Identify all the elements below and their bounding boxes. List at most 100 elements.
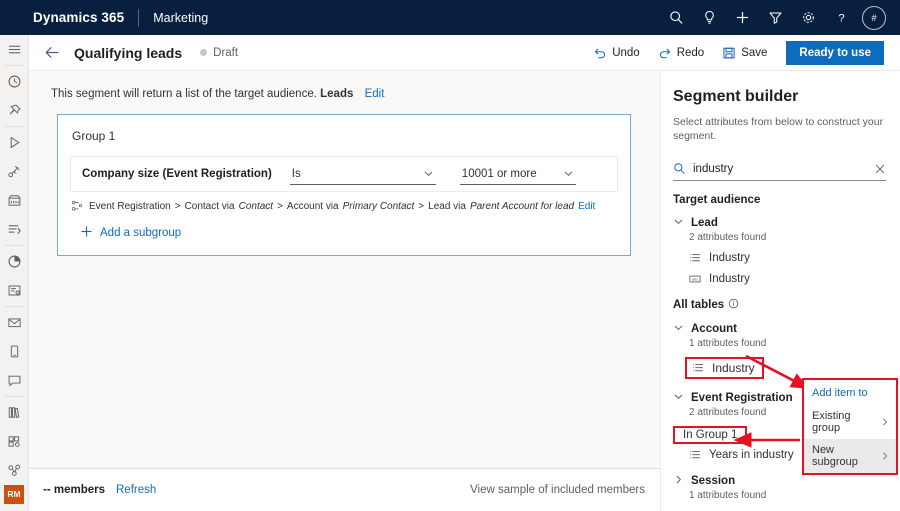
sidebar-item-pinned[interactable] bbox=[0, 96, 29, 125]
redo-icon bbox=[658, 46, 672, 60]
table-name: Session bbox=[691, 475, 735, 487]
target-audience-heading: Target audience bbox=[673, 194, 900, 206]
svg-text:abc: abc bbox=[692, 277, 698, 282]
attribute-label: Years in industry bbox=[709, 449, 794, 461]
panel-subtitle: Select attributes from below to construc… bbox=[673, 115, 888, 143]
sidebar-item-customer-journeys[interactable] bbox=[0, 128, 29, 157]
path-seg-4: > bbox=[277, 201, 283, 212]
top-bar-actions: ? # bbox=[660, 0, 900, 35]
product-brand: Dynamics 365 bbox=[33, 10, 124, 25]
relationship-path: Event Registration > Contact via Contact… bbox=[71, 200, 630, 212]
brand-divider bbox=[138, 9, 139, 27]
segment-canvas: This segment will return a list of the t… bbox=[29, 71, 660, 468]
search-icon[interactable] bbox=[660, 0, 693, 35]
filter-icon[interactable] bbox=[759, 0, 792, 35]
in-group-badge: In Group 1 bbox=[673, 426, 747, 444]
sidebar-item-templates[interactable] bbox=[0, 427, 29, 456]
optionset-icon bbox=[689, 449, 701, 461]
attribute-lead-industry-optionset[interactable]: Industry bbox=[689, 252, 900, 264]
sidebar-item-menu[interactable] bbox=[0, 35, 29, 64]
refresh-link[interactable]: Refresh bbox=[116, 484, 156, 496]
sidebar-item-relationships[interactable] bbox=[0, 456, 29, 485]
sidebar-item-journey-designer[interactable] bbox=[0, 157, 29, 186]
sidebar-item-mobile[interactable] bbox=[0, 337, 29, 366]
table-header-session[interactable]: Session bbox=[673, 474, 900, 488]
command-bar: Qualifying leads Draft Undo Redo Save Re… bbox=[29, 35, 900, 71]
help-icon[interactable]: ? bbox=[825, 0, 858, 35]
context-menu-item-new-subgroup[interactable]: New subgroup bbox=[804, 439, 896, 473]
text-field-icon: abc bbox=[689, 273, 701, 285]
condition-operator-dropdown[interactable]: Is bbox=[290, 163, 436, 185]
attribute-label: Industry bbox=[709, 273, 750, 285]
condition-value-dropdown[interactable]: 10001 or more bbox=[460, 163, 576, 185]
sidebar-item-messages[interactable] bbox=[0, 366, 29, 395]
app-name: Marketing bbox=[153, 11, 208, 25]
target-audience-label: Target audience bbox=[673, 194, 760, 206]
table-header-lead[interactable]: Lead bbox=[673, 216, 900, 230]
table-name: Account bbox=[691, 323, 737, 335]
optionset-icon bbox=[689, 252, 701, 264]
sidebar-item-library[interactable] bbox=[0, 398, 29, 427]
left-navigation-rail: RM bbox=[0, 35, 29, 511]
segment-description: This segment will return a list of the t… bbox=[51, 88, 660, 100]
condition-operator-value: Is bbox=[292, 168, 301, 180]
ready-to-use-button[interactable]: Ready to use bbox=[786, 41, 884, 65]
close-icon[interactable] bbox=[874, 163, 886, 175]
table-attribute-count: 2 attributes found bbox=[689, 232, 900, 243]
add-item-context-menu: Add item to Existing group New subgroup bbox=[802, 378, 898, 475]
info-icon[interactable] bbox=[728, 298, 739, 312]
condition-value: 10001 or more bbox=[462, 168, 537, 180]
description-edit-link[interactable]: Edit bbox=[365, 88, 385, 100]
optionset-icon bbox=[692, 362, 704, 374]
relationship-icon bbox=[71, 200, 83, 212]
search-icon bbox=[673, 162, 686, 175]
undo-label: Undo bbox=[612, 47, 640, 59]
chevron-down-icon bbox=[673, 216, 684, 230]
add-subgroup-label: Add a subgroup bbox=[100, 227, 181, 239]
path-seg-5: Account via bbox=[287, 201, 339, 212]
rail-user-avatar[interactable]: RM bbox=[4, 485, 24, 504]
table-attribute-count: 1 attributes found bbox=[689, 490, 900, 501]
search-input[interactable]: industry bbox=[693, 163, 874, 175]
sidebar-item-workflows[interactable] bbox=[0, 215, 29, 244]
svg-text:?: ? bbox=[838, 13, 844, 25]
table-header-account[interactable]: Account bbox=[673, 322, 900, 336]
attribute-account-industry[interactable]: Industry bbox=[685, 357, 764, 379]
undo-button[interactable]: Undo bbox=[584, 39, 649, 67]
condition-attribute: Company size (Event Registration) bbox=[82, 168, 272, 180]
redo-button[interactable]: Redo bbox=[649, 39, 714, 67]
sidebar-item-events[interactable] bbox=[0, 186, 29, 215]
sidebar-item-recent[interactable] bbox=[0, 67, 29, 96]
attribute-lead-industry-text[interactable]: abc Industry bbox=[689, 273, 900, 285]
user-avatar[interactable]: # bbox=[862, 6, 886, 30]
back-arrow-icon[interactable] bbox=[44, 44, 61, 61]
path-edit-link[interactable]: Edit bbox=[578, 201, 595, 212]
gear-icon[interactable] bbox=[792, 0, 825, 35]
lightbulb-icon[interactable] bbox=[693, 0, 726, 35]
panel-title: Segment builder bbox=[673, 88, 900, 106]
attribute-search-box[interactable]: industry bbox=[673, 157, 886, 181]
sidebar-item-emails[interactable] bbox=[0, 308, 29, 337]
all-tables-label: All tables bbox=[673, 299, 724, 311]
save-button[interactable]: Save bbox=[713, 39, 776, 67]
description-audience: Leads bbox=[320, 88, 353, 100]
save-label: Save bbox=[741, 47, 767, 59]
avatar-glyph: # bbox=[871, 13, 876, 23]
view-sample-link[interactable]: View sample of included members bbox=[470, 484, 645, 496]
plus-icon[interactable] bbox=[726, 0, 759, 35]
path-seg-3: Contact bbox=[239, 201, 273, 212]
context-menu-header: Add item to bbox=[804, 380, 896, 405]
command-bar-actions: Undo Redo Save Ready to use bbox=[584, 39, 900, 67]
context-menu-item-label: Existing group bbox=[812, 410, 880, 434]
chevron-right-icon bbox=[673, 474, 684, 488]
chevron-right-icon bbox=[880, 417, 890, 427]
table-name: Event Registration bbox=[691, 392, 793, 404]
path-seg-1: > bbox=[175, 201, 181, 212]
redo-label: Redo bbox=[677, 47, 705, 59]
all-tables-heading: All tables bbox=[673, 298, 900, 312]
path-seg-6: Primary Contact bbox=[343, 201, 415, 212]
context-menu-item-existing-group[interactable]: Existing group bbox=[804, 405, 896, 439]
add-subgroup-button[interactable]: Add a subgroup bbox=[80, 225, 630, 241]
sidebar-item-segments[interactable] bbox=[0, 247, 29, 276]
sidebar-item-forms[interactable] bbox=[0, 276, 29, 305]
